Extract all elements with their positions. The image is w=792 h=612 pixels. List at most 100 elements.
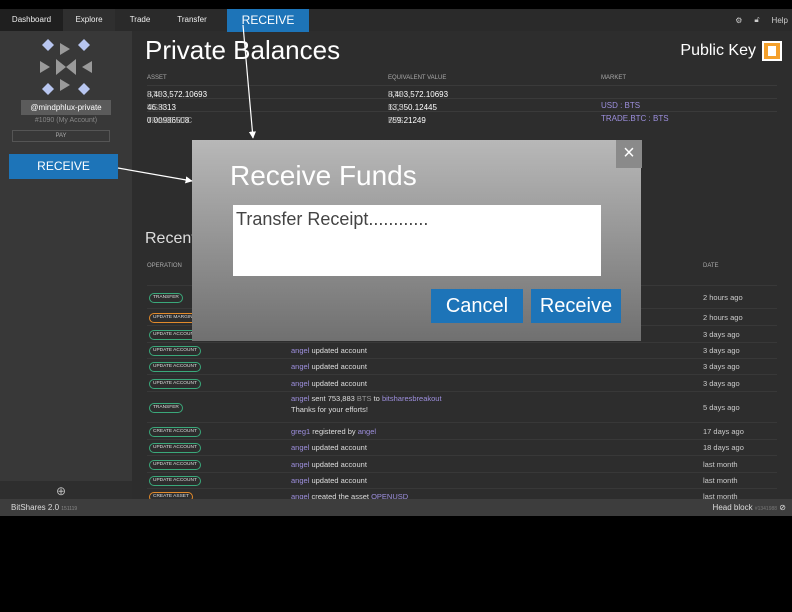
cancel-button[interactable]: Cancel xyxy=(431,289,523,323)
nav-trade[interactable]: Trade xyxy=(122,9,158,31)
account-link[interactable]: angel xyxy=(291,460,309,469)
account-name[interactable]: @mindphlux-private xyxy=(21,100,111,115)
operation-row: UPDATE ACCOUNT angel updated account 3 day… xyxy=(147,358,777,374)
account-link[interactable]: bitsharesbreakout xyxy=(382,394,442,403)
public-key-label: Public Key xyxy=(680,42,756,59)
operation-badge[interactable]: UPDATE ACCOUNT xyxy=(149,362,201,372)
market-link[interactable]: USD : BTS xyxy=(601,101,640,110)
top-right-controls: ⚙ 🔓︎ Help xyxy=(723,9,788,31)
version-build: 151119 xyxy=(61,506,78,512)
operation-date: last month xyxy=(703,460,738,469)
sidebar: @mindphlux-private #1090 (My Account) PA… xyxy=(0,31,132,498)
account-link[interactable]: angel xyxy=(291,476,309,485)
receive-tab[interactable]: RECEIVE xyxy=(227,9,309,32)
operation-date: 17 days ago xyxy=(703,427,744,436)
operation-row: CREATE ACCOUNT greg1 registered by angel 1… xyxy=(147,422,777,439)
operation-date: 5 days ago xyxy=(703,403,740,412)
operation-description: angel updated account xyxy=(291,460,367,469)
operation-badge[interactable]: CREATE ACCOUNT xyxy=(149,427,201,437)
operation-description: angel updated account xyxy=(291,476,367,485)
status-bar: BitShares 2.0 151119 Head block #1341988… xyxy=(0,499,792,516)
head-block-label: Head block xyxy=(712,503,753,512)
operation-description: angel updated account xyxy=(291,346,367,355)
operation-text: updated account xyxy=(309,476,367,485)
operation-memo: Thanks for your efforts! xyxy=(291,405,368,414)
operation-badge[interactable]: UPDATE ACCOUNT xyxy=(149,443,201,453)
top-nav: Dashboard Explore Trade Transfer ⚙ 🔓︎ He… xyxy=(0,9,792,31)
operation-text: updated account xyxy=(309,379,367,388)
operation-row: TRANSFER angel sent 753,883 BTS to bitsha… xyxy=(147,391,777,422)
operation-row: UPDATE ACCOUNT angel updated account 3 day… xyxy=(147,342,777,358)
transfer-receipt-input[interactable]: Transfer Receipt............ xyxy=(233,205,601,276)
pay-button[interactable]: PAY xyxy=(12,130,110,142)
operation-description: angel updated account xyxy=(291,443,367,452)
account-identicon xyxy=(40,39,92,95)
operation-date: last month xyxy=(703,476,738,485)
close-icon[interactable]: × xyxy=(616,140,642,168)
operation-date: 3 days ago xyxy=(703,330,740,339)
receive-submit-button[interactable]: Receive xyxy=(531,289,621,323)
market-link[interactable]: TRADE.BTC : BTS xyxy=(601,114,669,123)
check-icon: ⊘ xyxy=(779,503,786,512)
operation-text: updated account xyxy=(309,346,367,355)
equivalent-symbol: BTS xyxy=(388,116,404,125)
operation-badge[interactable]: TRANSFER xyxy=(149,293,183,303)
nav-transfer[interactable]: Transfer xyxy=(170,9,214,31)
operation-description: greg1 registered by angel xyxy=(291,427,376,436)
nav-explore[interactable]: Explore xyxy=(63,9,115,31)
add-icon[interactable]: ⊕ xyxy=(56,484,66,498)
help-link[interactable]: Help xyxy=(772,16,788,25)
operation-description: angel sent 753,883 BTS to bitsharesbreak… xyxy=(291,394,442,403)
balance-row: 0.00986508 TRADE.BTC 759.21249 BTS TRADE.B… xyxy=(147,111,777,125)
recent-title: Recent xyxy=(145,230,196,247)
operation-row: UPDATE ACCOUNT angel updated account 3 day… xyxy=(147,374,777,391)
operation-badge[interactable]: TRANSFER xyxy=(149,403,183,413)
account-link[interactable]: angel xyxy=(291,346,309,355)
operation-badge[interactable]: UPDATE MARGIN xyxy=(149,313,197,323)
operation-row: UPDATE ACCOUNT angel updated account last … xyxy=(147,455,777,472)
operation-text: updated account xyxy=(309,443,367,452)
operation-header: OPERATION xyxy=(147,263,182,269)
operation-row: UPDATE ACCOUNT angel updated account last … xyxy=(147,472,777,488)
operation-badge[interactable]: UPDATE ACCOUNT xyxy=(149,460,201,470)
clipboard-icon[interactable] xyxy=(762,41,782,61)
equivalent-header: EQUIVALENT VALUE xyxy=(388,75,447,81)
account-link[interactable]: greg1 xyxy=(291,427,310,436)
operation-text: updated account xyxy=(309,362,367,371)
account-id: #1090 (My Account) xyxy=(34,117,98,124)
version-label: BitShares 2.0 xyxy=(11,503,60,512)
operation-text: sent 753,883 xyxy=(309,394,357,403)
account-link[interactable]: angel xyxy=(358,427,376,436)
operation-badge[interactable]: UPDATE ACCOUNT xyxy=(149,346,201,356)
market-header: MARKET xyxy=(601,75,627,81)
gear-icon[interactable]: ⚙ xyxy=(735,16,742,25)
operation-text: registered by xyxy=(310,427,358,436)
lock-icon[interactable]: 🔓︎ xyxy=(754,15,759,25)
account-link[interactable]: angel xyxy=(291,379,309,388)
account-link[interactable]: angel xyxy=(291,443,309,452)
operation-description: angel updated account xyxy=(291,379,367,388)
receive-funds-modal: Receive Funds Transfer Receipt..........… xyxy=(192,140,641,341)
balance-row: 8,403,572.10693 BTS 8,403,572.10693 BTS xyxy=(147,85,777,99)
account-link[interactable]: angel xyxy=(291,362,309,371)
balance-row: 46.3313 USD 13,350.12445 BTS USD : BTS xyxy=(147,98,777,112)
public-key-link[interactable]: Public Key xyxy=(680,41,782,61)
operation-description: angel updated account xyxy=(291,362,367,371)
operation-badge[interactable]: UPDATE ACCOUNT xyxy=(149,379,201,389)
operation-date: 3 days ago xyxy=(703,362,740,371)
operation-date: 2 hours ago xyxy=(703,293,743,302)
operation-date: 2 hours ago xyxy=(703,313,743,322)
receive-button[interactable]: RECEIVE xyxy=(9,154,118,179)
asset-header: ASSET xyxy=(147,75,167,81)
date-header: DATE xyxy=(703,263,719,269)
operation-text: updated account xyxy=(309,460,367,469)
modal-title: Receive Funds xyxy=(230,160,417,191)
version: BitShares 2.0 151119 xyxy=(11,503,77,512)
account-link[interactable]: angel xyxy=(291,394,309,403)
operation-date: 18 days ago xyxy=(703,443,744,452)
operation-badge[interactable]: UPDATE ACCOUNT xyxy=(149,476,201,486)
asset-symbol: TRADE.BTC xyxy=(147,116,193,125)
nav-dashboard[interactable]: Dashboard xyxy=(0,9,63,31)
head-block: Head block #1341988 ⊘ xyxy=(713,503,786,512)
operation-date: 3 days ago xyxy=(703,379,740,388)
